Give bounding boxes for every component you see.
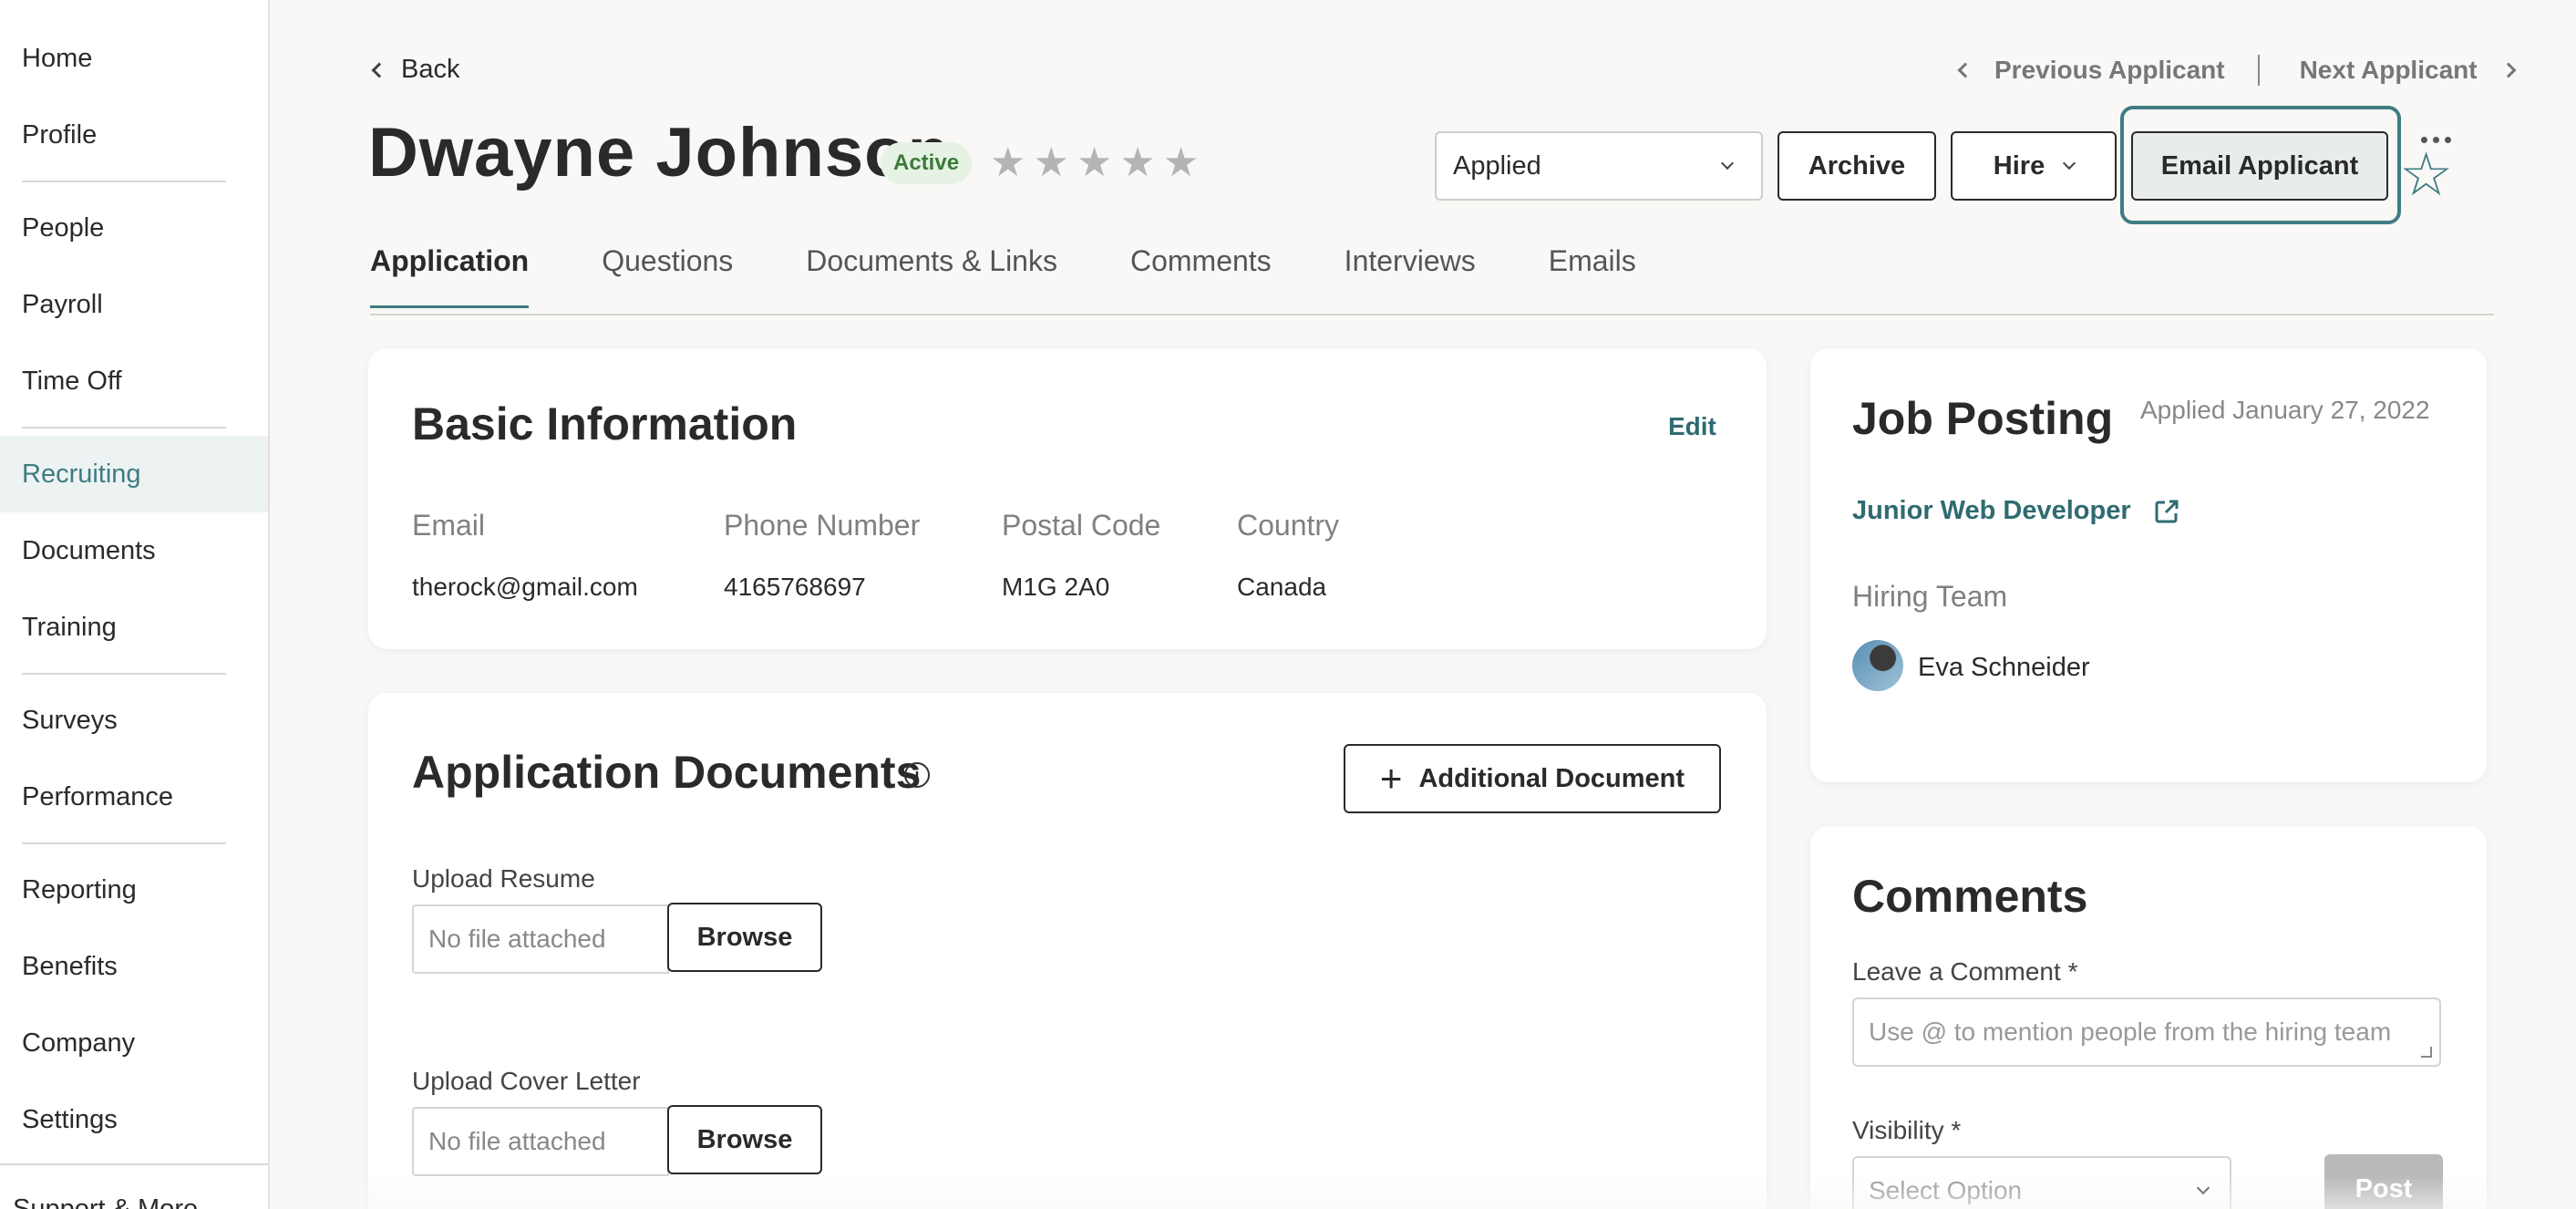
sidebar: Home Profile People Payroll Time Off Rec… bbox=[0, 0, 270, 1209]
more-options-icon[interactable] bbox=[2421, 137, 2451, 143]
sidebar-item-documents[interactable]: Documents bbox=[0, 512, 268, 589]
stage-select[interactable]: Applied bbox=[1435, 131, 1763, 201]
support-more-link[interactable]: Support & More bbox=[13, 1194, 198, 1209]
stage-select-value: Applied bbox=[1453, 150, 1541, 181]
sidebar-divider bbox=[22, 181, 226, 182]
email-label: Email bbox=[412, 509, 486, 542]
star-icon[interactable]: ★ bbox=[1119, 140, 1155, 186]
sidebar-divider bbox=[22, 673, 226, 675]
comment-input[interactable]: Use @ to mention people from the hiring … bbox=[1852, 997, 2441, 1067]
comment-placeholder: Use @ to mention people from the hiring … bbox=[1869, 1018, 2392, 1046]
sidebar-divider bbox=[22, 842, 226, 844]
chevron-right-icon bbox=[2500, 62, 2517, 78]
cover-letter-file-field[interactable]: No file attached bbox=[412, 1107, 669, 1176]
archive-label: Archive bbox=[1808, 150, 1906, 181]
star-outline-icon[interactable]: ☆ bbox=[2399, 142, 2453, 206]
upload-resume-label: Upload Resume bbox=[412, 864, 595, 893]
application-documents-title: Application Documents bbox=[412, 747, 922, 798]
external-link-icon bbox=[2155, 500, 2179, 522]
job-title-label: Junior Web Developer bbox=[1852, 496, 2131, 525]
star-icon[interactable]: ★ bbox=[990, 140, 1025, 186]
additional-document-button[interactable]: + Additional Document bbox=[1344, 744, 1721, 813]
basic-information-card bbox=[368, 348, 1767, 649]
basic-information-title: Basic Information bbox=[412, 398, 798, 450]
phone-value: 4165768697 bbox=[724, 573, 866, 601]
applicant-name: Dwayne Johnson bbox=[368, 114, 951, 191]
sidebar-item-time-off[interactable]: Time Off bbox=[0, 343, 268, 419]
visibility-select[interactable]: Select Option bbox=[1852, 1156, 2231, 1209]
postal-code-value: M1G 2A0 bbox=[1002, 573, 1110, 601]
email-applicant-button[interactable]: Email Applicant bbox=[2131, 131, 2388, 201]
additional-document-label: Additional Document bbox=[1418, 763, 1685, 793]
sidebar-item-people[interactable]: People bbox=[0, 190, 268, 266]
visibility-label: Visibility * bbox=[1852, 1116, 1962, 1144]
hiring-team-label: Hiring Team bbox=[1852, 580, 2008, 613]
phone-label: Phone Number bbox=[724, 509, 921, 542]
status-badge: Active bbox=[881, 142, 973, 184]
tab-comments[interactable]: Comments bbox=[1130, 244, 1272, 308]
sidebar-item-performance[interactable]: Performance bbox=[0, 759, 268, 835]
resume-browse-button[interactable]: Browse bbox=[667, 903, 822, 972]
tab-questions[interactable]: Questions bbox=[602, 244, 733, 308]
chevron-down-icon bbox=[2063, 156, 2076, 170]
sidebar-item-benefits[interactable]: Benefits bbox=[0, 928, 268, 1005]
sidebar-item-payroll[interactable]: Payroll bbox=[0, 266, 268, 343]
country-value: Canada bbox=[1237, 573, 1327, 601]
sidebar-item-training[interactable]: Training bbox=[0, 589, 268, 666]
tab-bar: Application Questions Documents & Links … bbox=[370, 244, 1636, 308]
back-label: Back bbox=[401, 55, 460, 84]
star-icon[interactable]: ★ bbox=[1033, 140, 1068, 186]
job-title-link[interactable]: Junior Web Developer bbox=[1852, 496, 2180, 526]
divider bbox=[2257, 55, 2260, 86]
tab-interviews[interactable]: Interviews bbox=[1345, 244, 1476, 308]
comments-title: Comments bbox=[1852, 871, 2088, 922]
star-icon[interactable]: ★ bbox=[1163, 140, 1199, 186]
sidebar-item-profile[interactable]: Profile bbox=[0, 97, 268, 173]
sidebar-item-home[interactable]: Home bbox=[0, 20, 268, 97]
chevron-down-icon bbox=[2196, 1181, 2210, 1195]
visibility-placeholder: Select Option bbox=[1869, 1176, 2023, 1204]
country-label: Country bbox=[1237, 509, 1340, 542]
job-posting-title: Job Posting bbox=[1852, 393, 2114, 444]
email-applicant-label: Email Applicant bbox=[2160, 150, 2359, 181]
next-applicant-link[interactable]: Next Applicant bbox=[2300, 56, 2478, 85]
resize-handle-icon[interactable] bbox=[2421, 1047, 2432, 1058]
upload-cover-letter-label: Upload Cover Letter bbox=[412, 1067, 641, 1095]
tab-emails[interactable]: Emails bbox=[1549, 244, 1636, 308]
cover-letter-browse-button[interactable]: Browse bbox=[667, 1105, 822, 1174]
chevron-left-icon bbox=[371, 62, 387, 78]
hiring-team-member: Eva Schneider bbox=[1918, 653, 2090, 682]
postal-code-label: Postal Code bbox=[1002, 509, 1161, 542]
tab-documents-links[interactable]: Documents & Links bbox=[806, 244, 1057, 308]
star-icon[interactable]: ★ bbox=[1077, 140, 1112, 186]
previous-applicant-link[interactable]: Previous Applicant bbox=[1994, 56, 2225, 85]
edit-link[interactable]: Edit bbox=[1668, 412, 1716, 441]
plus-icon: + bbox=[1379, 757, 1403, 800]
sidebar-item-recruiting[interactable]: Recruiting bbox=[0, 436, 268, 512]
sidebar-item-settings[interactable]: Settings bbox=[0, 1081, 268, 1158]
chevron-down-icon bbox=[1720, 156, 1735, 170]
email-value: therock@gmail.com bbox=[412, 573, 638, 601]
comment-label: Leave a Comment * bbox=[1852, 957, 2078, 986]
post-button[interactable]: Post bbox=[2324, 1154, 2443, 1209]
sidebar-item-surveys[interactable]: Surveys bbox=[0, 682, 268, 759]
sidebar-divider bbox=[0, 1163, 268, 1165]
sidebar-divider bbox=[22, 427, 226, 429]
applicant-navigation: Previous Applicant Next Applicant bbox=[1957, 55, 2517, 86]
tab-divider bbox=[370, 314, 2494, 315]
archive-button[interactable]: Archive bbox=[1777, 131, 1936, 201]
applied-date: Applied January 27, 2022 bbox=[2140, 396, 2430, 424]
support-label: Support & More bbox=[13, 1194, 199, 1209]
hire-button[interactable]: Hire bbox=[1951, 131, 2117, 201]
chevron-left-icon bbox=[1957, 62, 1973, 78]
sidebar-item-reporting[interactable]: Reporting bbox=[0, 852, 268, 928]
tab-application[interactable]: Application bbox=[370, 244, 530, 308]
sidebar-item-company[interactable]: Company bbox=[0, 1005, 268, 1081]
hire-label: Hire bbox=[1993, 150, 2045, 181]
info-icon[interactable]: i bbox=[904, 762, 930, 788]
back-link[interactable]: Back bbox=[371, 55, 460, 85]
rating-stars[interactable]: ★ ★ ★ ★ ★ bbox=[990, 140, 1199, 186]
avatar bbox=[1852, 640, 1903, 691]
resume-file-field[interactable]: No file attached bbox=[412, 904, 669, 974]
